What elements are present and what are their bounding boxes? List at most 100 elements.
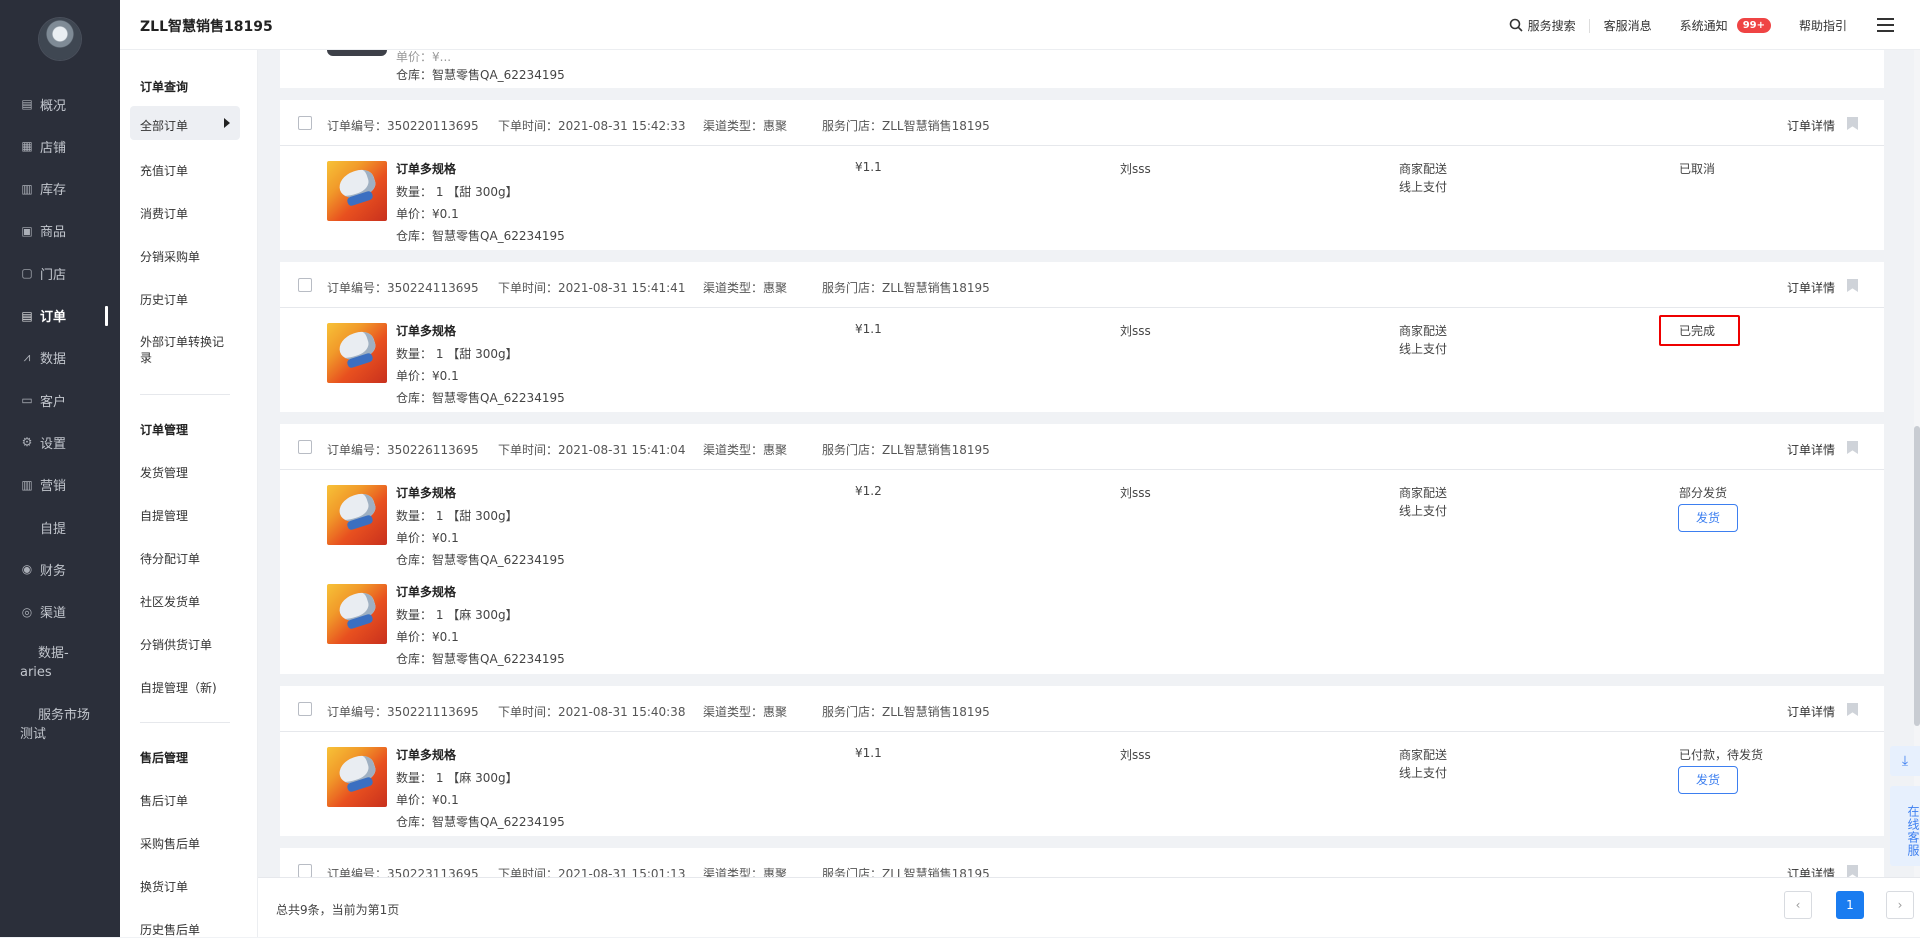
main-nav-item-2[interactable]: ▥ 库存 [0, 177, 120, 201]
sub-nav-item-shipping[interactable]: 发货管理 [140, 464, 188, 481]
order-detail-link[interactable]: 订单详情 [1787, 279, 1835, 296]
main-nav-item-7[interactable]: ▭ 客户 [0, 388, 120, 412]
bookmark-icon[interactable] [1847, 117, 1858, 130]
top-bar: ZLL智慧销售18195 服务搜索 客服消息 系统通知 99+ 帮助指引 [120, 0, 1920, 50]
order-card: 订单编号：350221113695 下单时间：2021-08-31 15:40:3… [280, 686, 1884, 836]
channel-type: 渠道类型：惠聚 [703, 119, 788, 133]
sub-nav-item-to-assign[interactable]: 待分配订单 [140, 550, 200, 567]
main-nav-label: 测试 [20, 727, 47, 742]
order-card-header: 订单编号：350226113695 下单时间：2021-08-31 15:41:0… [280, 424, 1884, 470]
bookmark-icon[interactable] [1847, 441, 1858, 454]
sub-nav-item-history-after-sales[interactable]: 历史售后单 [140, 921, 200, 938]
item-warehouse: 仓库：智慧零售QA_62234195 [396, 68, 565, 82]
item-price: 单价：¥0.1 [396, 531, 459, 545]
main-nav-item-10[interactable]: 自提 [0, 515, 120, 539]
delivery-method: 商家配送 [1399, 162, 1448, 176]
main-nav-label: 营销 [40, 479, 67, 495]
bookmark-icon[interactable] [1847, 279, 1858, 292]
online-service-button[interactable]: 在线客服 [1890, 786, 1920, 866]
main-nav-extra-item-1[interactable]: 服务市场测试 [0, 704, 120, 746]
order-time: 下单时间：2021-08-31 15:41:41 [498, 281, 686, 295]
product-thumbnail [327, 50, 387, 56]
main-nav-item-8[interactable]: ⚙ 设置 [0, 430, 120, 454]
main-nav-item-4[interactable]: ▢ 门店 [0, 261, 120, 285]
sub-nav-item-consume-orders[interactable]: 消费订单 [140, 205, 188, 222]
sub-nav-item-pickup-new[interactable]: 自提管理（新) [140, 679, 217, 696]
channel-type: 渠道类型：惠聚 [703, 443, 788, 457]
order-detail-link[interactable]: 订单详情 [1787, 117, 1835, 134]
order-card: 订单编号：350220113695 下单时间：2021-08-31 15:42:3… [280, 100, 1884, 250]
service-store: 服务门店：ZLL智慧销售18195 [822, 281, 990, 295]
main-nav-extra-item-0[interactable]: 数据-aries [0, 642, 120, 684]
order-select-checkbox[interactable] [298, 702, 312, 716]
delivery-method: 商家配送 [1399, 324, 1448, 338]
service-search-button[interactable]: 服务搜索 [1495, 17, 1590, 34]
main-nav-label: 客户 [40, 394, 67, 410]
hamburger-menu-icon[interactable] [1877, 18, 1894, 32]
page-button-current[interactable]: 1 [1836, 891, 1864, 919]
ship-button[interactable]: 发货 [1678, 504, 1738, 532]
main-nav-label: 数据 [40, 352, 67, 368]
avatar[interactable] [39, 18, 81, 60]
order-number: 订单编号：350223113695 [327, 867, 479, 877]
sub-nav-item-all-orders[interactable]: 全部订单 [130, 106, 240, 140]
help-guide-button[interactable]: 帮助指引 [1785, 17, 1861, 34]
ship-button[interactable]: 发货 [1678, 766, 1738, 794]
bookmark-icon[interactable] [1847, 703, 1858, 716]
service-store: 服务门店：ZLL智慧销售18195 [822, 443, 990, 457]
order-card-header: 订单编号：350224113695 下单时间：2021-08-31 15:41:4… [280, 262, 1884, 308]
sub-nav-item-after-sales-orders[interactable]: 售后订单 [140, 792, 188, 809]
main-nav-item-11[interactable]: ◉ 财务 [0, 557, 120, 581]
support-message-label: 客服消息 [1603, 18, 1652, 33]
main-nav-label: 自提 [40, 521, 67, 537]
sub-nav-item-community-shipping[interactable]: 社区发货单 [140, 593, 200, 610]
order-detail-link[interactable]: 订单详情 [1787, 441, 1835, 458]
sub-nav-item-pickup[interactable]: 自提管理 [140, 507, 188, 524]
next-page-button[interactable]: › [1886, 891, 1914, 919]
caret-right-icon [224, 118, 230, 128]
bookmark-icon[interactable] [1847, 865, 1858, 877]
prev-page-button[interactable]: ‹ [1784, 891, 1812, 919]
main-nav-item-3[interactable]: ▣ 商品 [0, 219, 120, 243]
system-notification-label: 系统通知 [1679, 18, 1728, 33]
sub-nav-item-exchange-orders[interactable]: 换货订单 [140, 878, 188, 895]
sub-nav-item-history-orders[interactable]: 历史订单 [140, 291, 188, 308]
sub-nav-group-order-query: 订单查询 [140, 80, 189, 94]
sub-nav-item-purchase-after-sales[interactable]: 采购售后单 [140, 835, 200, 852]
sub-nav-item-distribution-purchase[interactable]: 分销采购单 [140, 248, 200, 265]
main-nav-label: 库存 [40, 183, 67, 199]
order-detail-link[interactable]: 订单详情 [1787, 865, 1835, 877]
order-number: 订单编号：350221113695 [327, 705, 479, 719]
sub-nav-item-recharge-orders[interactable]: 充值订单 [140, 162, 188, 179]
system-notification-button[interactable]: 系统通知 99+ [1666, 17, 1785, 34]
main-nav-item-5[interactable]: ▤ 订单 [0, 304, 120, 328]
payment-method: 线上支付 [1399, 504, 1448, 518]
divider [140, 722, 230, 723]
order-select-checkbox[interactable] [298, 440, 312, 454]
main-nav-item-12[interactable]: ◎ 渠道 [0, 600, 120, 624]
download-icon[interactable]: ⤓ [1890, 746, 1920, 776]
main-nav-label: 店铺 [40, 140, 67, 156]
order-detail-link[interactable]: 订单详情 [1787, 703, 1835, 720]
service-store: 服务门店：ZLL智慧销售18195 [822, 119, 990, 133]
main-nav-item-9[interactable]: ▥ 营销 [0, 473, 120, 497]
main-nav-label: 商品 [40, 225, 67, 241]
main-nav-item-6[interactable]: ⩘ 数据 [0, 346, 120, 370]
order-select-checkbox[interactable] [298, 116, 312, 130]
sub-nav-item-external-conversion[interactable]: 外部订单转换记 录 [140, 334, 224, 366]
shop-icon: ▦ [21, 139, 33, 154]
support-message-button[interactable]: 客服消息 [1590, 17, 1666, 34]
main-nav-item-1[interactable]: ▦ 店铺 [0, 134, 120, 158]
sub-nav-item-distribution-supply[interactable]: 分销供货订单 [140, 636, 212, 653]
order-select-checkbox[interactable] [298, 278, 312, 292]
scrollbar-thumb[interactable] [1914, 426, 1920, 726]
main-nav-item-0[interactable]: ▤ 概况 [0, 92, 120, 116]
item-quantity: 数量： 1 【麻 300g】 [396, 608, 518, 622]
top-right-actions: 服务搜索 客服消息 系统通知 99+ 帮助指引 [1495, 0, 1920, 50]
order-select-checkbox[interactable] [298, 864, 312, 877]
main-nav-label: 服务市场 [38, 708, 91, 723]
item-price: 单价：¥... [396, 50, 452, 64]
help-guide-label: 帮助指引 [1798, 18, 1847, 33]
order-status: 部分发货 [1679, 486, 1728, 500]
order-card: 订单编号：350226113695 下单时间：2021-08-31 15:41:0… [280, 424, 1884, 674]
